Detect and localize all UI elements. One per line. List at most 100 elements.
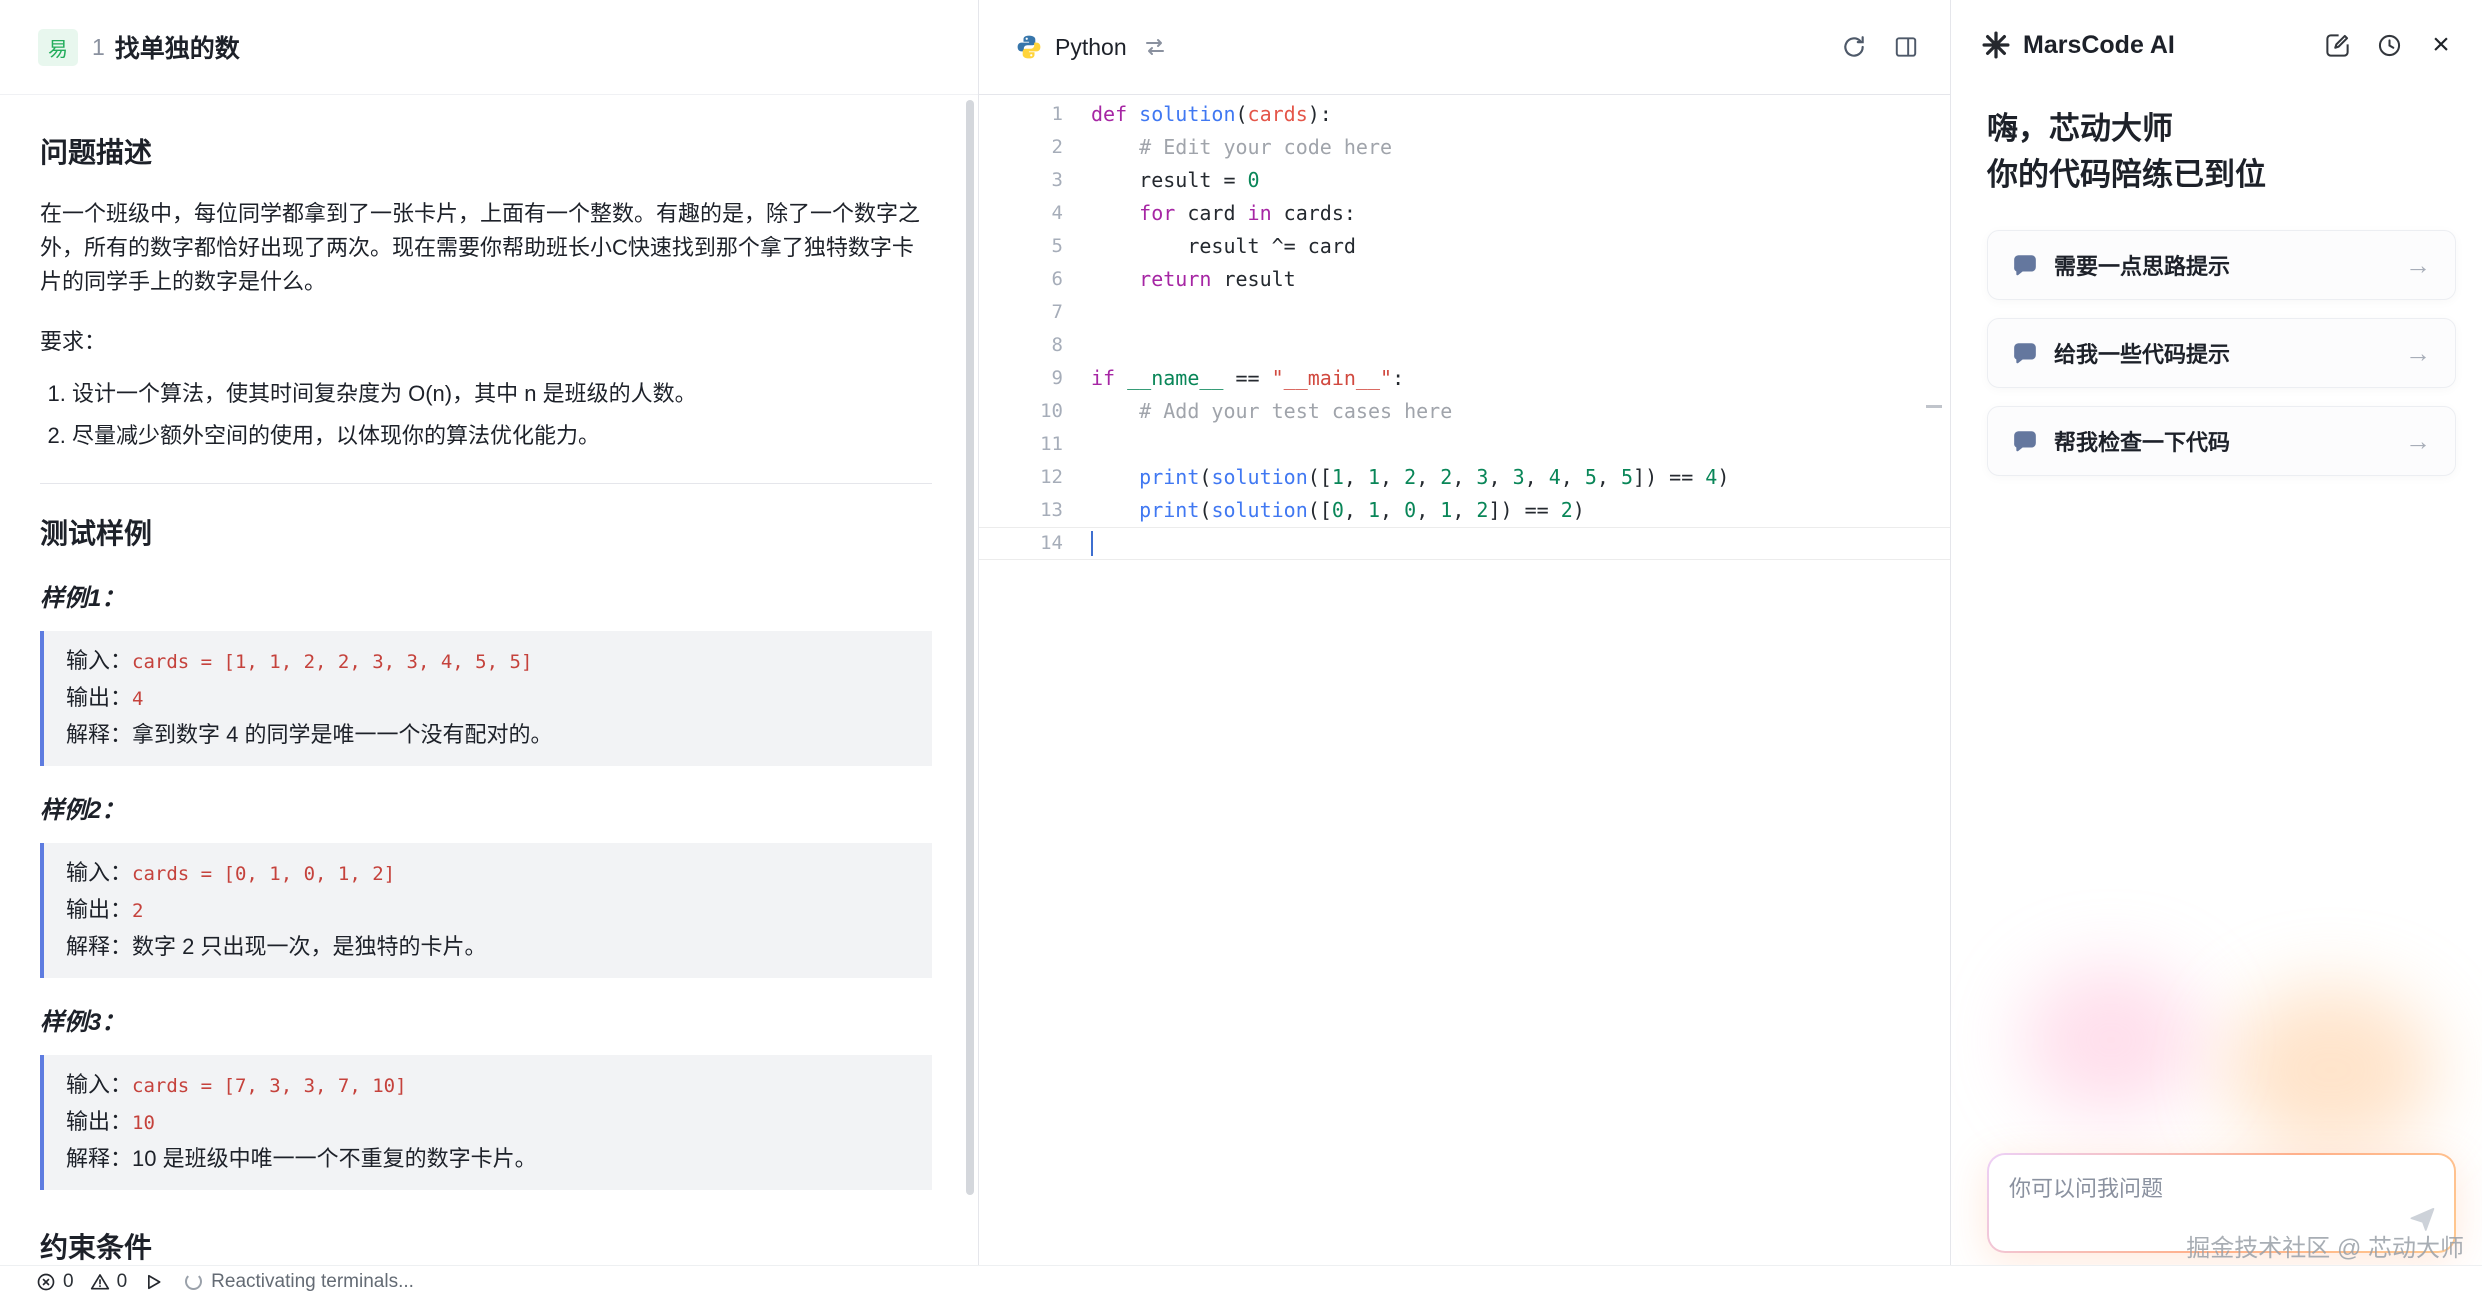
example-block: 输入：cards = [1, 1, 2, 2, 3, 3, 4, 5, 5] 输… [40, 631, 932, 766]
example-input-row: 输入：cards = [1, 1, 2, 2, 3, 3, 4, 5, 5] [66, 643, 910, 680]
overview-ruler-mark [1926, 405, 1942, 408]
arrow-right-icon: → [2405, 338, 2431, 369]
tab-python[interactable]: Python [1015, 33, 1167, 61]
new-chat-icon [2324, 32, 2351, 59]
status-bar: 0 0 Reactivating terminals... [0, 1265, 2482, 1297]
example-explain-row: 解释：拿到数字 4 的同学是唯一一个没有配对的。 [66, 717, 910, 752]
suggestion-label: 帮我检查一下代码 [2054, 425, 2230, 457]
requirement-item: 设计一个算法，使其时间复杂度为 O(n)，其中 n 是班级的人数。 [72, 377, 932, 411]
suggestion-card-code-hint[interactable]: 给我一些代码提示 → [1987, 318, 2456, 388]
code-line[interactable]: 4 for card in cards: [979, 197, 1950, 230]
run-button[interactable] [143, 1272, 163, 1292]
ai-header-actions: × [2322, 30, 2456, 60]
difficulty-badge: 易 [38, 29, 78, 66]
line-number: 11 [979, 428, 1063, 461]
example-input-row: 输入：cards = [0, 1, 0, 1, 2] [66, 855, 910, 892]
code-line[interactable]: 8 [979, 329, 1950, 362]
line-number: 6 [979, 263, 1063, 296]
suggestion-label: 给我一些代码提示 [2054, 337, 2230, 369]
example-explain-row: 解释：数字 2 只出现一次，是独特的卡片。 [66, 929, 910, 964]
warnings-indicator[interactable]: 0 [90, 1271, 128, 1293]
code-area[interactable]: 1def solution(cards):2 # Edit your code … [979, 95, 1950, 1265]
switch-language-icon[interactable] [1143, 35, 1167, 59]
example-block: 输入：cards = [7, 3, 3, 7, 10] 输出：10 解释：10 … [40, 1055, 932, 1190]
scrollbar-thumb[interactable] [966, 100, 974, 1195]
code-text [1063, 329, 1091, 362]
arrow-right-icon: → [2405, 426, 2431, 457]
line-number: 14 [979, 527, 1063, 560]
example-output-label: 输出： [66, 897, 132, 922]
code-text: for card in cards: [1063, 197, 1356, 230]
code-text: # Edit your code here [1063, 131, 1392, 164]
example-label: 样例3： [40, 1002, 932, 1037]
problem-header: 易 1 找单独的数 [0, 0, 978, 95]
code-line[interactable]: 11 [979, 428, 1950, 461]
example-output-code: 2 [132, 900, 143, 922]
example-input-code: cards = [7, 3, 3, 7, 10] [132, 1075, 407, 1097]
arrow-right-icon: → [2405, 250, 2431, 281]
error-count: 0 [63, 1271, 74, 1293]
section-title-examples: 测试样例 [40, 512, 932, 552]
code-text [1063, 428, 1091, 461]
code-lines: 1def solution(cards):2 # Edit your code … [979, 98, 1950, 560]
example-explain-label: 解释： [66, 722, 132, 747]
section-title-description: 问题描述 [40, 131, 932, 171]
chat-input-placeholder: 你可以问我问题 [2009, 1176, 2163, 1201]
split-editor-button[interactable] [1892, 33, 1920, 61]
watermark: 掘金技术社区 @ 芯动大师 [2186, 1228, 2464, 1263]
code-line[interactable]: 2 # Edit your code here [979, 131, 1950, 164]
python-icon [1015, 33, 1043, 61]
ai-header: MarsCode AI × [1951, 0, 2482, 90]
decorative-glow [2021, 965, 2201, 1115]
line-number: 3 [979, 164, 1063, 197]
history-button[interactable] [2374, 30, 2404, 60]
example-output-row: 输出：4 [66, 680, 910, 717]
errors-indicator[interactable]: 0 [36, 1271, 74, 1293]
code-line[interactable]: 3 result = 0 [979, 164, 1950, 197]
chat-bubble-icon [2012, 428, 2038, 454]
status-message: Reactivating terminals... [185, 1271, 414, 1293]
close-panel-button[interactable]: × [2426, 30, 2456, 60]
editor-actions [1840, 33, 1920, 61]
example-label: 样例1： [40, 578, 932, 613]
code-line[interactable]: 9if __name__ == "__main__": [979, 362, 1950, 395]
new-chat-button[interactable] [2322, 30, 2352, 60]
example-explain-text: 10 是班级中唯一一个不重复的数字卡片。 [132, 1146, 537, 1171]
line-number: 5 [979, 230, 1063, 263]
code-line[interactable]: 14 [979, 527, 1950, 560]
suggestion-card-hint[interactable]: 需要一点思路提示 → [1987, 230, 2456, 300]
code-line[interactable]: 7 [979, 296, 1950, 329]
example-input-label: 输入： [66, 648, 132, 673]
reset-code-button[interactable] [1840, 33, 1868, 61]
code-line[interactable]: 5 result ^= card [979, 230, 1950, 263]
marscode-logo-icon [1981, 30, 2011, 60]
example-input-code: cards = [1, 1, 2, 2, 3, 3, 4, 5, 5] [132, 651, 532, 673]
problem-title: 找单独的数 [115, 29, 240, 65]
suggestion-card-review[interactable]: 帮我检查一下代码 → [1987, 406, 2456, 476]
status-message-text: Reactivating terminals... [211, 1271, 414, 1293]
error-icon [36, 1272, 56, 1292]
code-text [1063, 296, 1091, 329]
code-line[interactable]: 10 # Add your test cases here [979, 395, 1950, 428]
requirements-label: 要求： [40, 325, 932, 359]
example-output-row: 输出：10 [66, 1104, 910, 1141]
requirements-list: 设计一个算法，使其时间复杂度为 O(n)，其中 n 是班级的人数。 尽量减少额外… [72, 377, 932, 453]
example-explain-label: 解释： [66, 1146, 132, 1171]
example-input-label: 输入： [66, 860, 132, 885]
problem-panel: 易 1 找单独的数 问题描述 在一个班级中，每位同学都拿到了一张卡片，上面有一个… [0, 0, 978, 1265]
example-output-label: 输出： [66, 1109, 132, 1134]
greeting-line-1: 嗨，芯动大师 [1987, 106, 2446, 152]
code-line[interactable]: 1def solution(cards): [979, 98, 1950, 131]
code-line[interactable]: 12 print(solution([1, 1, 2, 2, 3, 3, 4, … [979, 461, 1950, 494]
tab-label: Python [1055, 34, 1127, 61]
code-text: print(solution([0, 1, 0, 1, 2]) == 2) [1063, 494, 1585, 527]
code-text: return result [1063, 263, 1296, 296]
ai-assistant-panel: MarsCode AI × 嗨，芯动大师 [1950, 0, 2482, 1265]
code-line[interactable]: 13 print(solution([0, 1, 0, 1, 2]) == 2) [979, 494, 1950, 527]
code-text: result = 0 [1063, 164, 1260, 197]
line-number: 8 [979, 329, 1063, 362]
code-line[interactable]: 6 return result [979, 263, 1950, 296]
loading-spinner-icon [185, 1273, 202, 1290]
problem-content: 问题描述 在一个班级中，每位同学都拿到了一张卡片，上面有一个整数。有趣的是，除了… [0, 95, 978, 1265]
code-text [1063, 527, 1091, 560]
